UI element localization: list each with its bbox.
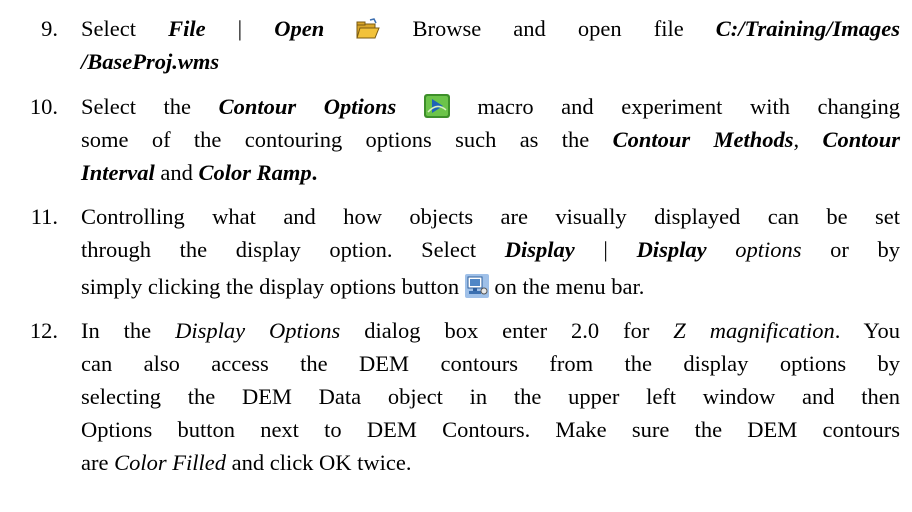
step-line: can also access the DEM contours from th… xyxy=(81,351,900,376)
step-line: some of the contouring options such as t… xyxy=(81,127,900,152)
menu-display-ref: Display xyxy=(636,237,707,262)
contour-options-macro-icon xyxy=(423,94,450,118)
display-options-ref: options xyxy=(706,237,802,262)
step-line: In the Display Options dialog box enter … xyxy=(81,318,900,343)
step-line: selecting the DEM Data object in the upp… xyxy=(81,384,900,409)
menu-display-ref: Display xyxy=(504,237,575,262)
file-path-ref: /BaseProj.wms xyxy=(81,49,220,74)
color-ramp-ref: Color Ramp xyxy=(198,160,312,185)
step-line: Interval and Color Ramp. xyxy=(81,160,318,185)
contour-interval-ref: Interval xyxy=(81,160,155,185)
step-number: 12. xyxy=(29,318,58,343)
step-line: Options button next to DEM Contours. Mak… xyxy=(81,417,900,442)
step-line: Controlling what and how objects are vis… xyxy=(81,204,900,229)
color-filled-ref: Color Filled xyxy=(114,450,226,475)
contour-methods-ref: Contour Methods xyxy=(612,127,794,152)
step-line: through the display option. Select Displ… xyxy=(81,237,900,262)
step-line: are Color Filled and click OK twice. xyxy=(81,450,412,475)
file-path-ref: C:/Training/Images xyxy=(715,16,900,41)
open-folder-icon xyxy=(356,18,381,40)
display-options-icon xyxy=(464,274,489,298)
step-line: /BaseProj.wms xyxy=(81,45,900,78)
contour-interval-ref: Contour xyxy=(822,127,900,152)
step-number: 11. xyxy=(30,204,58,229)
menu-open-ref: Open xyxy=(274,16,325,41)
z-magnification-ref: Z magnification xyxy=(673,318,835,343)
contour-options-ref: Contour Options xyxy=(218,94,397,119)
menu-file-ref: File xyxy=(168,16,206,41)
step-line: Select File | Open Browse and open file … xyxy=(81,16,900,41)
display-options-dialog-ref: Display Options xyxy=(175,318,341,343)
step-number: 10. xyxy=(29,94,58,119)
step-line: Select the Contour Options macro and exp… xyxy=(81,94,901,119)
step-line: simply clicking the display options butt… xyxy=(81,274,645,299)
step-number: 9. xyxy=(41,16,58,41)
document-page: 9. Select File | Open Browse and open fi… xyxy=(0,0,912,512)
